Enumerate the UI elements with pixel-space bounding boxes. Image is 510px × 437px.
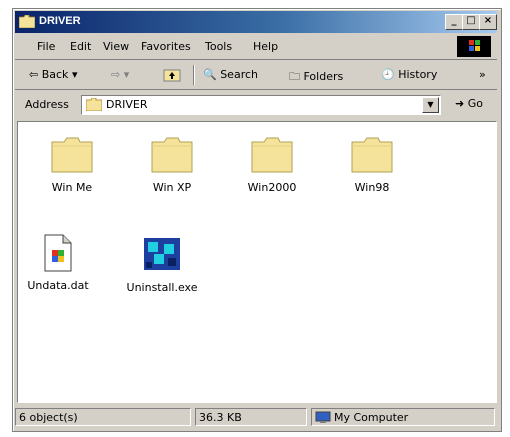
- executable-icon: [144, 238, 180, 270]
- windows-flag-icon: [469, 40, 480, 51]
- item-label: Win98: [354, 181, 390, 194]
- item-label: Uninstall.exe: [126, 281, 198, 294]
- folders-label: Folders: [303, 70, 344, 83]
- address-dropdown-button[interactable]: ▼: [422, 97, 439, 113]
- menu-edit[interactable]: Edit: [70, 40, 91, 53]
- menu-file[interactable]: File: [37, 40, 55, 53]
- folder-icon: [51, 137, 93, 173]
- address-value: DRIVER: [106, 98, 148, 111]
- title-bar[interactable]: DRIVER _ □ ×: [15, 11, 497, 33]
- status-location: My Computer: [334, 411, 409, 424]
- history-button[interactable]: 🕘 History: [381, 68, 437, 81]
- folder-item-win-me[interactable]: Win Me: [32, 134, 112, 194]
- up-folder-icon: [163, 69, 181, 82]
- search-label: Search: [220, 68, 258, 81]
- maximize-button[interactable]: □: [462, 14, 480, 30]
- folder-icon: [86, 98, 102, 111]
- folder-icon: [251, 137, 293, 173]
- item-label: Win2000: [247, 181, 297, 194]
- search-icon: 🔍: [203, 68, 217, 81]
- file-item-undata-dat[interactable]: Undata.dat: [18, 234, 98, 292]
- menu-tools[interactable]: Tools: [205, 40, 232, 53]
- status-zone: My Computer: [311, 408, 495, 426]
- back-button[interactable]: ⇦ Back ▾: [29, 68, 77, 81]
- folder-item-win98[interactable]: Win98: [332, 134, 412, 194]
- folder-item-win-xp[interactable]: Win XP: [132, 134, 212, 194]
- history-label: History: [398, 68, 438, 81]
- menu-help[interactable]: Help: [253, 40, 278, 53]
- my-computer-icon: [315, 411, 331, 423]
- back-dropdown-icon[interactable]: ▾: [72, 68, 78, 81]
- toolbar-overflow-button[interactable]: »: [479, 68, 486, 81]
- explorer-window: DRIVER _ □ × File Edit View Favorites To…: [12, 8, 502, 432]
- file-item-uninstall-exe[interactable]: Uninstall.exe: [122, 234, 202, 294]
- folders-button[interactable]: 🗀 Folders: [289, 68, 343, 87]
- folders-icon: 🗀: [289, 70, 300, 83]
- forward-arrow-icon: ⇨: [111, 68, 121, 81]
- menu-view[interactable]: View: [103, 40, 129, 53]
- item-label: Win XP: [152, 181, 192, 194]
- status-object-count: 6 object(s): [15, 408, 191, 426]
- folder-item-win2000[interactable]: Win2000: [232, 134, 312, 194]
- menu-bar: File Edit View Favorites Tools Help: [15, 35, 497, 60]
- minimize-button[interactable]: _: [445, 14, 463, 30]
- forward-dropdown-icon: ▾: [123, 68, 130, 81]
- data-file-icon: [44, 234, 72, 272]
- folder-icon: [19, 15, 35, 28]
- window-title: DRIVER: [39, 15, 81, 27]
- toolbar-separator: [193, 65, 195, 85]
- forward-button[interactable]: ⇨ ▾: [111, 68, 129, 81]
- menu-favorites[interactable]: Favorites: [141, 40, 191, 53]
- close-button[interactable]: ×: [479, 14, 497, 30]
- file-list-pane[interactable]: Win Me Win XP Win2000 Win98 Undata.dat U…: [17, 121, 497, 403]
- address-label: Address: [25, 98, 69, 111]
- go-button[interactable]: ➜ Go: [455, 97, 483, 110]
- go-label: Go: [467, 97, 483, 110]
- up-folder-button[interactable]: [163, 68, 181, 85]
- search-button[interactable]: 🔍 Search: [203, 68, 258, 81]
- windows-logo: [457, 36, 491, 57]
- status-size: 36.3 KB: [195, 408, 307, 426]
- status-bar: 6 object(s) 36.3 KB My Computer: [15, 407, 497, 427]
- go-arrow-icon: ➜: [455, 97, 465, 110]
- folder-icon: [151, 137, 193, 173]
- back-arrow-icon: ⇦: [29, 68, 39, 81]
- item-label: Undata.dat: [27, 279, 89, 292]
- item-label: Win Me: [51, 181, 93, 194]
- folder-icon: [351, 137, 393, 173]
- address-bar: Address DRIVER ▼ ➜ Go: [15, 91, 497, 119]
- back-label: Back: [41, 68, 69, 81]
- toolbar: ⇦ Back ▾ ⇨ ▾ 🔍 Search 🗀 Folders 🕘 Histor…: [15, 61, 497, 90]
- address-field[interactable]: DRIVER ▼: [81, 95, 441, 115]
- history-icon: 🕘: [381, 68, 395, 81]
